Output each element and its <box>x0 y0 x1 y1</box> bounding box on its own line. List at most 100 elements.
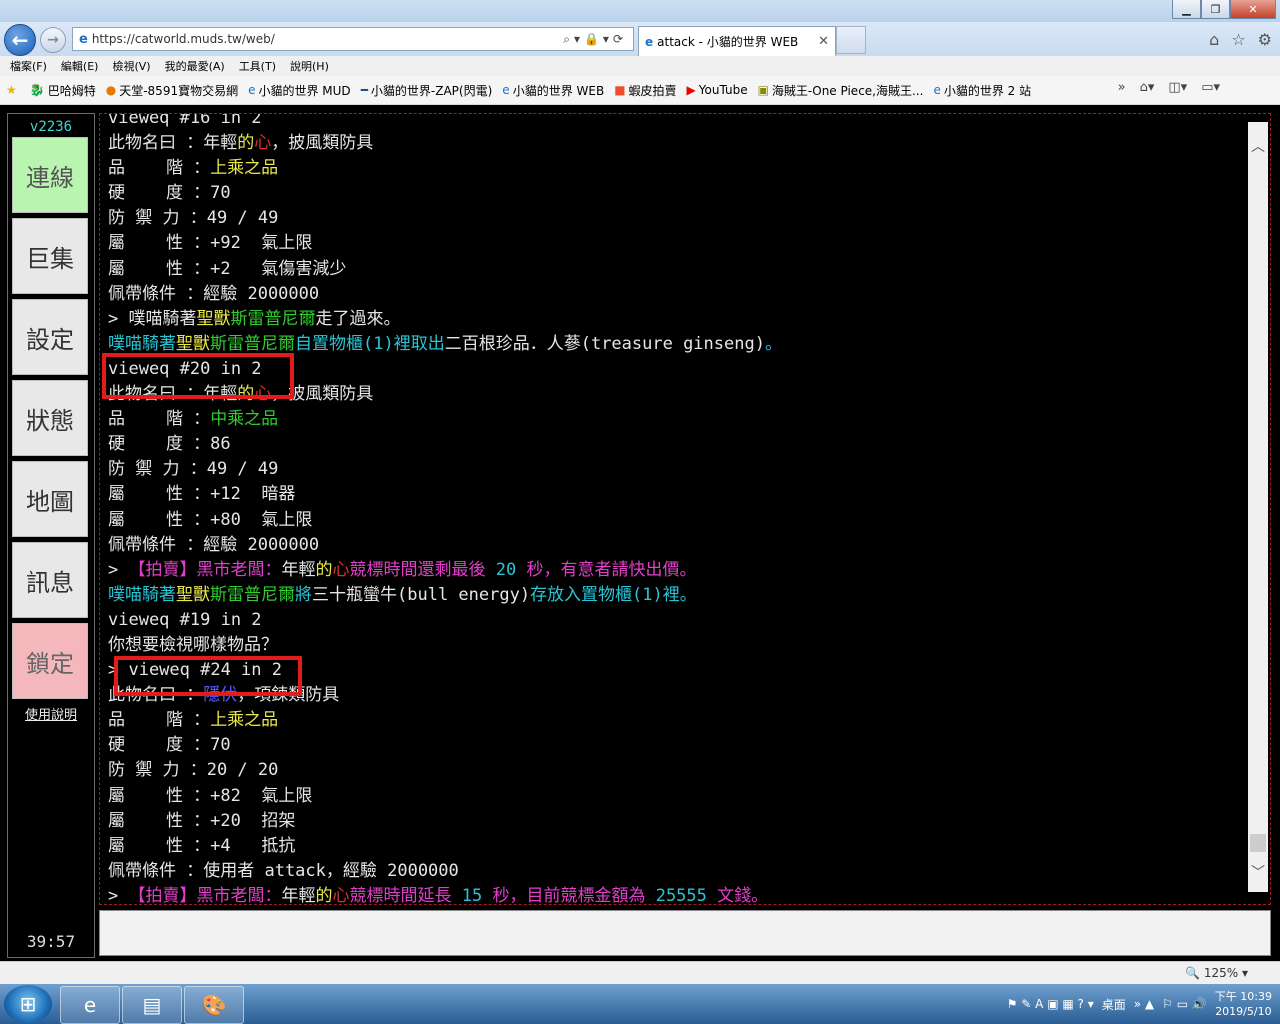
tray-icons[interactable]: ⚑ ✎ A ▣ ▦ ? ▾ <box>1007 997 1094 1011</box>
terminal-text: > <box>108 559 129 580</box>
terminal-line: 屬 性 ：+4 抵抗 <box>108 834 1244 859</box>
terminal-text: 心 <box>332 885 350 905</box>
forward-button[interactable]: → <box>40 27 66 53</box>
fav-item-8591[interactable]: ● 天堂-8591寶物交易網 <box>106 82 238 99</box>
fav-item-catworld-zap[interactable]: ━ 小貓的世界-ZAP(閃電) <box>361 82 493 99</box>
paint-icon[interactable]: 🎨 <box>184 986 244 1024</box>
menu-favorites[interactable]: 我的最愛(A) <box>165 58 225 74</box>
terminal-line: 硬 度 ：70 <box>108 181 1244 206</box>
menu-tools[interactable]: 工具(T) <box>239 58 276 74</box>
terminal-text: > 噗喵騎著 <box>108 308 197 329</box>
close-tab-icon[interactable]: ✕ <box>818 34 829 49</box>
terminal-text: 品 階 ： <box>108 409 211 430</box>
map-button[interactable]: 地圖 <box>12 461 88 537</box>
start-button[interactable]: ⊞ <box>4 985 52 1023</box>
fav-item-catworld-web[interactable]: e 小貓的世界 WEB <box>502 82 604 99</box>
terminal-text: 防 禦 力 ：49 / 49 <box>108 459 279 480</box>
clock-date: 2019/5/10 <box>1215 1005 1272 1018</box>
terminal-text: 屬 性 ：+12 暗器 <box>108 484 296 505</box>
fav-item-shopee[interactable]: ■ 蝦皮拍賣 <box>614 82 676 99</box>
menu-edit[interactable]: 編輯(E) <box>61 58 99 74</box>
fav-item-onepiece[interactable]: ▣ 海賊王-One Piece,海賊王... <box>758 82 924 99</box>
page-content: v2236 連線 巨集 設定 狀態 地圖 訊息 鎖定 使用說明 39:57 vi… <box>0 105 1280 961</box>
url-text[interactable]: https://catworld.muds.tw/web/ <box>92 32 563 46</box>
fav-item-catworld-mud[interactable]: e 小貓的世界 MUD <box>248 82 351 99</box>
menu-bar: 檔案(F) 編輯(E) 檢視(V) 我的最愛(A) 工具(T) 說明(H) <box>0 56 1280 76</box>
ie-page-icon: e <box>502 83 510 97</box>
favorites-bar: ★ 🐉 巴哈姆特 ● 天堂-8591寶物交易網 e 小貓的世界 MUD ━ 小貓的世界-… <box>0 76 1280 105</box>
terminal-text: 。 <box>764 333 782 354</box>
terminal-text: 屬 性 ：+4 抵抗 <box>108 835 296 856</box>
print-icon[interactable]: ▭▾ <box>1201 80 1220 95</box>
tray-expand-icon[interactable]: » ▲ <box>1134 997 1154 1011</box>
network-volume-icons[interactable]: ⚐ ▭ 🔊 <box>1162 997 1207 1011</box>
terminal-text: 25555 <box>655 885 707 905</box>
terminal-text: 文錢。 <box>706 885 769 905</box>
terminal-line: > 【拍賣】黑市老闆：年輕的心競標時間還剩最後 20 秒，有意者請快出價。 <box>108 558 1244 583</box>
tab-attack[interactable]: e attack - 小貓的世界 WEB ✕ <box>638 26 836 56</box>
address-bar[interactable]: e https://catworld.muds.tw/web/ ⌕▾🔒▾⟳ <box>72 27 634 51</box>
help-link[interactable]: 使用說明 <box>8 704 94 723</box>
close-window-button[interactable]: ✕ <box>1230 0 1276 19</box>
favorites-star-icon[interactable]: ★ <box>6 83 20 97</box>
terminal-line: 防 禦 力 ：20 / 20 <box>108 758 1244 783</box>
menu-file[interactable]: 檔案(F) <box>10 58 47 74</box>
zoom-level: 125% <box>1203 966 1239 980</box>
back-button[interactable]: ← <box>4 24 36 56</box>
search-lock-refresh-icons[interactable]: ⌕▾🔒▾⟳ <box>563 32 627 47</box>
terminal-text: 競標時間延長 <box>349 885 462 905</box>
minimize-button[interactable]: ▁ <box>1172 0 1201 19</box>
menu-help[interactable]: 說明(H) <box>290 58 329 74</box>
chevron-more-icon[interactable]: » <box>1118 80 1126 95</box>
message-button[interactable]: 訊息 <box>12 542 88 618</box>
terminal-text: vieweq #20 in 2 <box>108 358 262 379</box>
terminal-line: 硬 度 ：86 <box>108 432 1244 457</box>
macro-button[interactable]: 巨集 <box>12 218 88 294</box>
terminal-line: 噗喵騎著聖獸斯雷普尼爾自置物櫃(1)裡取出二百根珍品．人蔘(treasure g… <box>108 332 1244 357</box>
address-row: ← → e https://catworld.muds.tw/web/ ⌕▾🔒▾… <box>0 22 1280 56</box>
terminal-output[interactable]: vieweq #16 in 2 此物名曰 ：年輕的心，披風類防具品 階 ：上乘之品… <box>99 113 1271 905</box>
dash-icon: ━ <box>360 83 368 97</box>
scroll-up-icon[interactable]: ︿ <box>1248 136 1268 156</box>
terminal-line: vieweq #19 in 2 <box>108 608 1244 633</box>
terminal-text: 聖獸 <box>196 308 231 329</box>
rss-icon[interactable]: ◫▾ <box>1168 80 1187 95</box>
desktop-label[interactable]: 桌面 <box>1102 996 1126 1013</box>
terminal-text: 此物名曰 ：年輕 <box>108 384 238 405</box>
ie-taskbar-icon[interactable]: e <box>60 986 120 1024</box>
gear-icon[interactable]: ⚙ <box>1258 30 1272 49</box>
home-icon[interactable]: ⌂▾ <box>1140 80 1155 95</box>
lock-button[interactable]: 鎖定 <box>12 623 88 699</box>
terminal-scrollbar[interactable]: ︿ ﹀ <box>1248 122 1268 892</box>
terminal-line: 佩帶條件 ：使用者 attack，經驗 2000000 <box>108 859 1244 884</box>
status-button[interactable]: 狀態 <box>12 380 88 456</box>
fav-item-youtube[interactable]: ▶ YouTube <box>687 83 748 97</box>
terminal-text: 佩帶條件 ：經驗 2000000 <box>108 283 320 304</box>
favorites-star-icon[interactable]: ☆ <box>1231 30 1245 49</box>
tab-title: attack - 小貓的世界 WEB <box>657 35 799 49</box>
terminal-line: > 噗喵騎著聖獸斯雷普尼爾走了過來。 <box>108 307 1244 332</box>
fav-item-catworld-2[interactable]: e 小貓的世界 2 站 <box>933 82 1031 99</box>
home-icon[interactable]: ⌂ <box>1209 30 1219 49</box>
terminal-line: 此物名曰 ：年輕的心，披風類防具 <box>108 382 1244 407</box>
ie-page-icon: e <box>248 83 256 97</box>
zoom-control[interactable]: 🔍 125% ▾ <box>1185 966 1248 980</box>
new-tab-button[interactable] <box>836 26 866 54</box>
menu-view[interactable]: 檢視(V) <box>112 58 150 74</box>
settings-button[interactable]: 設定 <box>12 299 88 375</box>
tray-clock[interactable]: 下午 10:39 2019/5/10 <box>1215 989 1272 1019</box>
8591-icon: ● <box>105 83 117 97</box>
fav-item-bahamut[interactable]: 🐉 巴哈姆特 <box>30 82 96 99</box>
command-input[interactable] <box>99 910 1271 956</box>
terminal-line: 此物名曰 ：年輕的心，披風類防具 <box>108 131 1244 156</box>
terminal-text: 的 <box>315 559 333 580</box>
terminal-line: 硬 度 ：70 <box>108 733 1244 758</box>
connect-button[interactable]: 連線 <box>12 137 88 213</box>
explorer-folder-icon[interactable]: ▤ <box>122 986 182 1024</box>
maximize-button[interactable]: ❐ <box>1201 0 1230 19</box>
terminal-line: 佩帶條件 ：經驗 2000000 <box>108 282 1244 307</box>
terminal-text: 將 <box>295 584 312 605</box>
scrollbar-thumb[interactable] <box>1250 834 1266 852</box>
scroll-down-icon[interactable]: ﹀ <box>1248 862 1268 882</box>
terminal-text: 競標時間還剩最後 <box>349 559 496 580</box>
